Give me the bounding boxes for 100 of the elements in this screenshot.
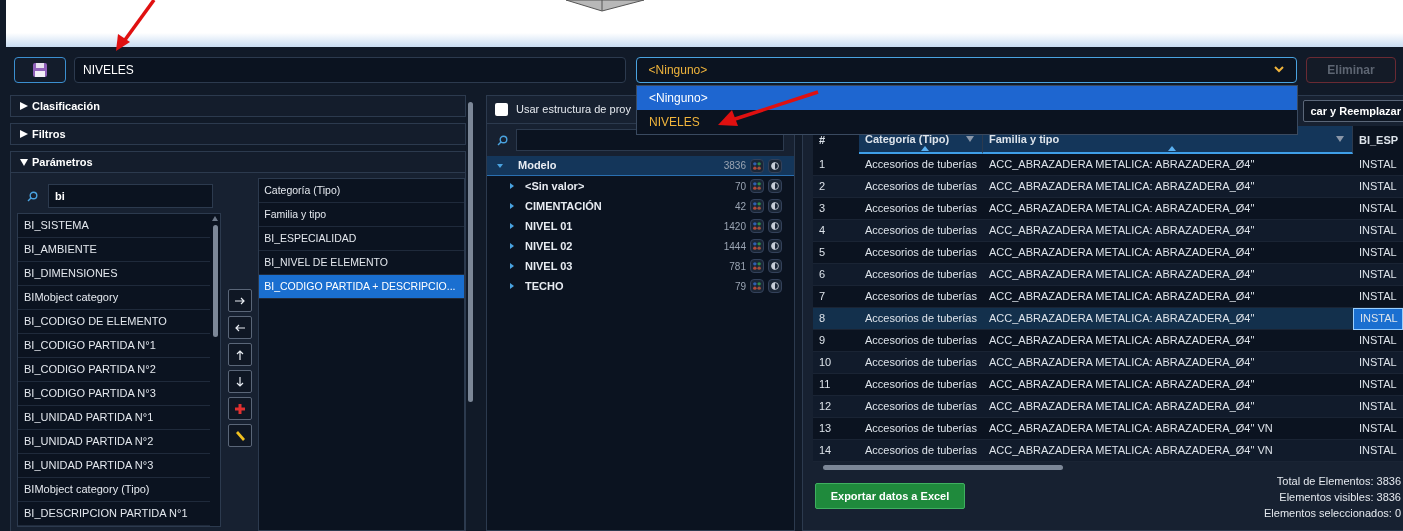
filter-icon[interactable] xyxy=(1336,136,1344,142)
scrollbar-thumb[interactable] xyxy=(468,102,473,402)
count-label: 781 xyxy=(729,259,746,274)
caret-right-icon[interactable] xyxy=(509,203,515,209)
list-item[interactable]: BI_CODIGO PARTIDA N°1 xyxy=(18,334,210,358)
add-button[interactable] xyxy=(227,397,252,420)
table-cell-text: ACC_ABRAZADERA METALICA: ABRAZADERA_Ø4" xyxy=(988,201,1256,217)
table-row[interactable]: 8 Accesorios de tuberías ACC_ABRAZADERA METALICA: ABRAZADERA_Ø4" INSTAL xyxy=(813,308,1403,330)
contrast-icon[interactable] xyxy=(768,219,782,233)
contrast-icon[interactable] xyxy=(768,158,782,173)
count-label: 42 xyxy=(734,199,746,214)
count-label: 1444 xyxy=(723,239,746,254)
color-grid-icon[interactable] xyxy=(750,199,764,213)
tree-item[interactable]: NIVEL 01 1420 xyxy=(487,216,794,236)
table-cell-text: 7 xyxy=(818,289,827,305)
save-button[interactable] xyxy=(14,56,66,83)
count-label: 79 xyxy=(734,279,746,294)
table-cell-text: ACC_ABRAZADERA METALICA: ABRAZADERA_Ø4" xyxy=(988,245,1256,261)
list-item[interactable]: Categoría (Tipo) xyxy=(259,179,464,203)
contrast-icon[interactable] xyxy=(768,179,782,193)
edit-button[interactable] xyxy=(227,424,252,447)
dropdown-option[interactable]: <Ninguno> xyxy=(637,86,1297,110)
replace-button[interactable]: car y Reemplazar xyxy=(1302,100,1403,122)
list-item[interactable]: BI_UNIDAD PARTIDA N°2 xyxy=(18,430,210,454)
move-left-button[interactable] xyxy=(227,316,252,339)
list-item[interactable]: BI_SISTEMA xyxy=(18,214,210,238)
tree-label: <Sin valor> xyxy=(525,178,585,194)
color-grid-icon[interactable] xyxy=(750,259,764,273)
table-cell-text: Accesorios de tuberías xyxy=(864,399,978,415)
caret-right-icon[interactable] xyxy=(509,223,515,229)
scroll-up-icon[interactable] xyxy=(212,216,218,221)
list-item[interactable]: BI_CODIGO PARTIDA N°2 xyxy=(18,358,210,382)
list-item[interactable]: BI_ESPECIALIDAD xyxy=(259,227,464,251)
list-item[interactable]: BI_UNIDAD PARTIDA N°3 xyxy=(18,454,210,478)
name-field[interactable]: NIVELES xyxy=(73,56,626,83)
table-cell-text: ACC_ABRAZADERA METALICA: ABRAZADERA_Ø4" xyxy=(988,223,1256,239)
checkbox[interactable] xyxy=(495,103,508,116)
table-cell-text: 13 xyxy=(818,421,833,437)
table-cell-text: Accesorios de tuberías xyxy=(864,267,978,283)
move-right-button[interactable] xyxy=(227,289,252,312)
sort-ascending-icon xyxy=(1167,146,1176,151)
table-cell-text: Accesorios de tuberías xyxy=(864,421,978,437)
caret-down-icon[interactable] xyxy=(497,162,503,169)
count-label: 3836 xyxy=(723,159,746,173)
table-cell-text: 12 xyxy=(818,399,833,415)
list-item[interactable]: BI_AMBIENTE xyxy=(18,238,210,262)
table-cell-text: Accesorios de tuberías xyxy=(864,377,978,393)
color-grid-icon[interactable] xyxy=(750,179,764,193)
list-item[interactable]: BIMobject category xyxy=(18,286,210,310)
move-down-button[interactable] xyxy=(227,370,252,393)
caret-right-icon[interactable] xyxy=(509,283,515,289)
table-row[interactable]: 14 Accesorios de tuberías ACC_ABRAZADERA METALICA: ABRAZADERA_Ø4" VN INSTAL xyxy=(813,440,1403,462)
stat-label: Elementos seleccionados: 0 xyxy=(1264,506,1401,521)
template-dropdown[interactable]: <Ninguno> xyxy=(635,56,1298,83)
tree-item[interactable]: <Sin valor> 70 xyxy=(487,176,794,196)
table-cell-text: INSTAL xyxy=(1358,245,1398,261)
table-cell-text: 5 xyxy=(818,245,827,261)
list-item[interactable]: BI_CODIGO DE ELEMENTO xyxy=(18,310,210,334)
list-item[interactable]: BI_CODIGO PARTIDA + DESCRIPCIO... xyxy=(259,275,464,299)
table-cell-text: Accesorios de tuberías xyxy=(864,333,978,349)
contrast-icon[interactable] xyxy=(768,199,782,213)
search-field[interactable]: bi xyxy=(48,184,213,208)
tree-item[interactable]: NIVEL 03 781 xyxy=(487,256,794,276)
list-item[interactable]: BI_DIMENSIONES xyxy=(18,262,210,286)
table-row[interactable]: 2 Accesorios de tuberías ACC_ABRAZADERA METALICA: ABRAZADERA_Ø4" INSTAL xyxy=(813,176,1403,198)
color-grid-icon[interactable] xyxy=(750,239,764,253)
table-cell-text: ACC_ABRAZADERA METALICA: ABRAZADERA_Ø4" xyxy=(988,377,1256,393)
tree-label: CIMENTACIÓN xyxy=(525,198,602,214)
table-cell-text: Accesorios de tuberías xyxy=(864,157,978,173)
section-header[interactable]: Clasificación xyxy=(10,95,466,117)
search-icon xyxy=(27,190,38,202)
list-item[interactable]: BIMobject category (Tipo) xyxy=(18,478,210,502)
list-item[interactable]: BI_DESCRIPCION PARTIDA N°1 xyxy=(18,502,210,526)
color-grid-icon[interactable] xyxy=(750,279,764,293)
color-grid-icon[interactable] xyxy=(750,219,764,233)
scrollbar-thumb[interactable] xyxy=(823,464,1063,470)
tree-item[interactable]: CIMENTACIÓN 42 xyxy=(487,196,794,216)
scrollbar-thumb[interactable] xyxy=(212,225,218,337)
section-header[interactable]: Parámetros xyxy=(10,151,466,173)
column-header[interactable]: BI_ESP xyxy=(1353,126,1403,154)
move-up-button[interactable] xyxy=(227,343,252,366)
table-row[interactable]: 10 Accesorios de tuberías ACC_ABRAZADERA METALICA: ABRAZADERA_Ø4" INSTAL xyxy=(813,352,1403,374)
caret-right-icon[interactable] xyxy=(509,263,515,269)
tree-item[interactable]: Modelo 3836 xyxy=(487,156,794,176)
export-button[interactable]: Exportar datos a Excel xyxy=(815,483,965,509)
section-header[interactable]: Filtros xyxy=(10,123,466,145)
contrast-icon[interactable] xyxy=(768,239,782,253)
tree-item[interactable]: NIVEL 02 1444 xyxy=(487,236,794,256)
caret-right-icon[interactable] xyxy=(509,183,515,189)
table-row[interactable]: 12 Accesorios de tuberías ACC_ABRAZADERA METALICA: ABRAZADERA_Ø4" INSTAL xyxy=(813,396,1403,418)
contrast-icon[interactable] xyxy=(768,279,782,293)
list-item[interactable]: Familia y tipo xyxy=(259,203,464,227)
table-row[interactable]: 4 Accesorios de tuberías ACC_ABRAZADERA METALICA: ABRAZADERA_Ø4" INSTAL xyxy=(813,220,1403,242)
list-item[interactable]: BI_CODIGO PARTIDA N°3 xyxy=(18,382,210,406)
color-grid-icon[interactable] xyxy=(750,158,764,173)
table-row[interactable]: 6 Accesorios de tuberías ACC_ABRAZADERA METALICA: ABRAZADERA_Ø4" INSTAL xyxy=(813,264,1403,286)
list-item[interactable]: BI_UNIDAD PARTIDA N°1 xyxy=(18,406,210,430)
caret-right-icon[interactable] xyxy=(509,243,515,249)
contrast-icon[interactable] xyxy=(768,259,782,273)
tree-item[interactable]: TECHO 79 xyxy=(487,276,794,296)
